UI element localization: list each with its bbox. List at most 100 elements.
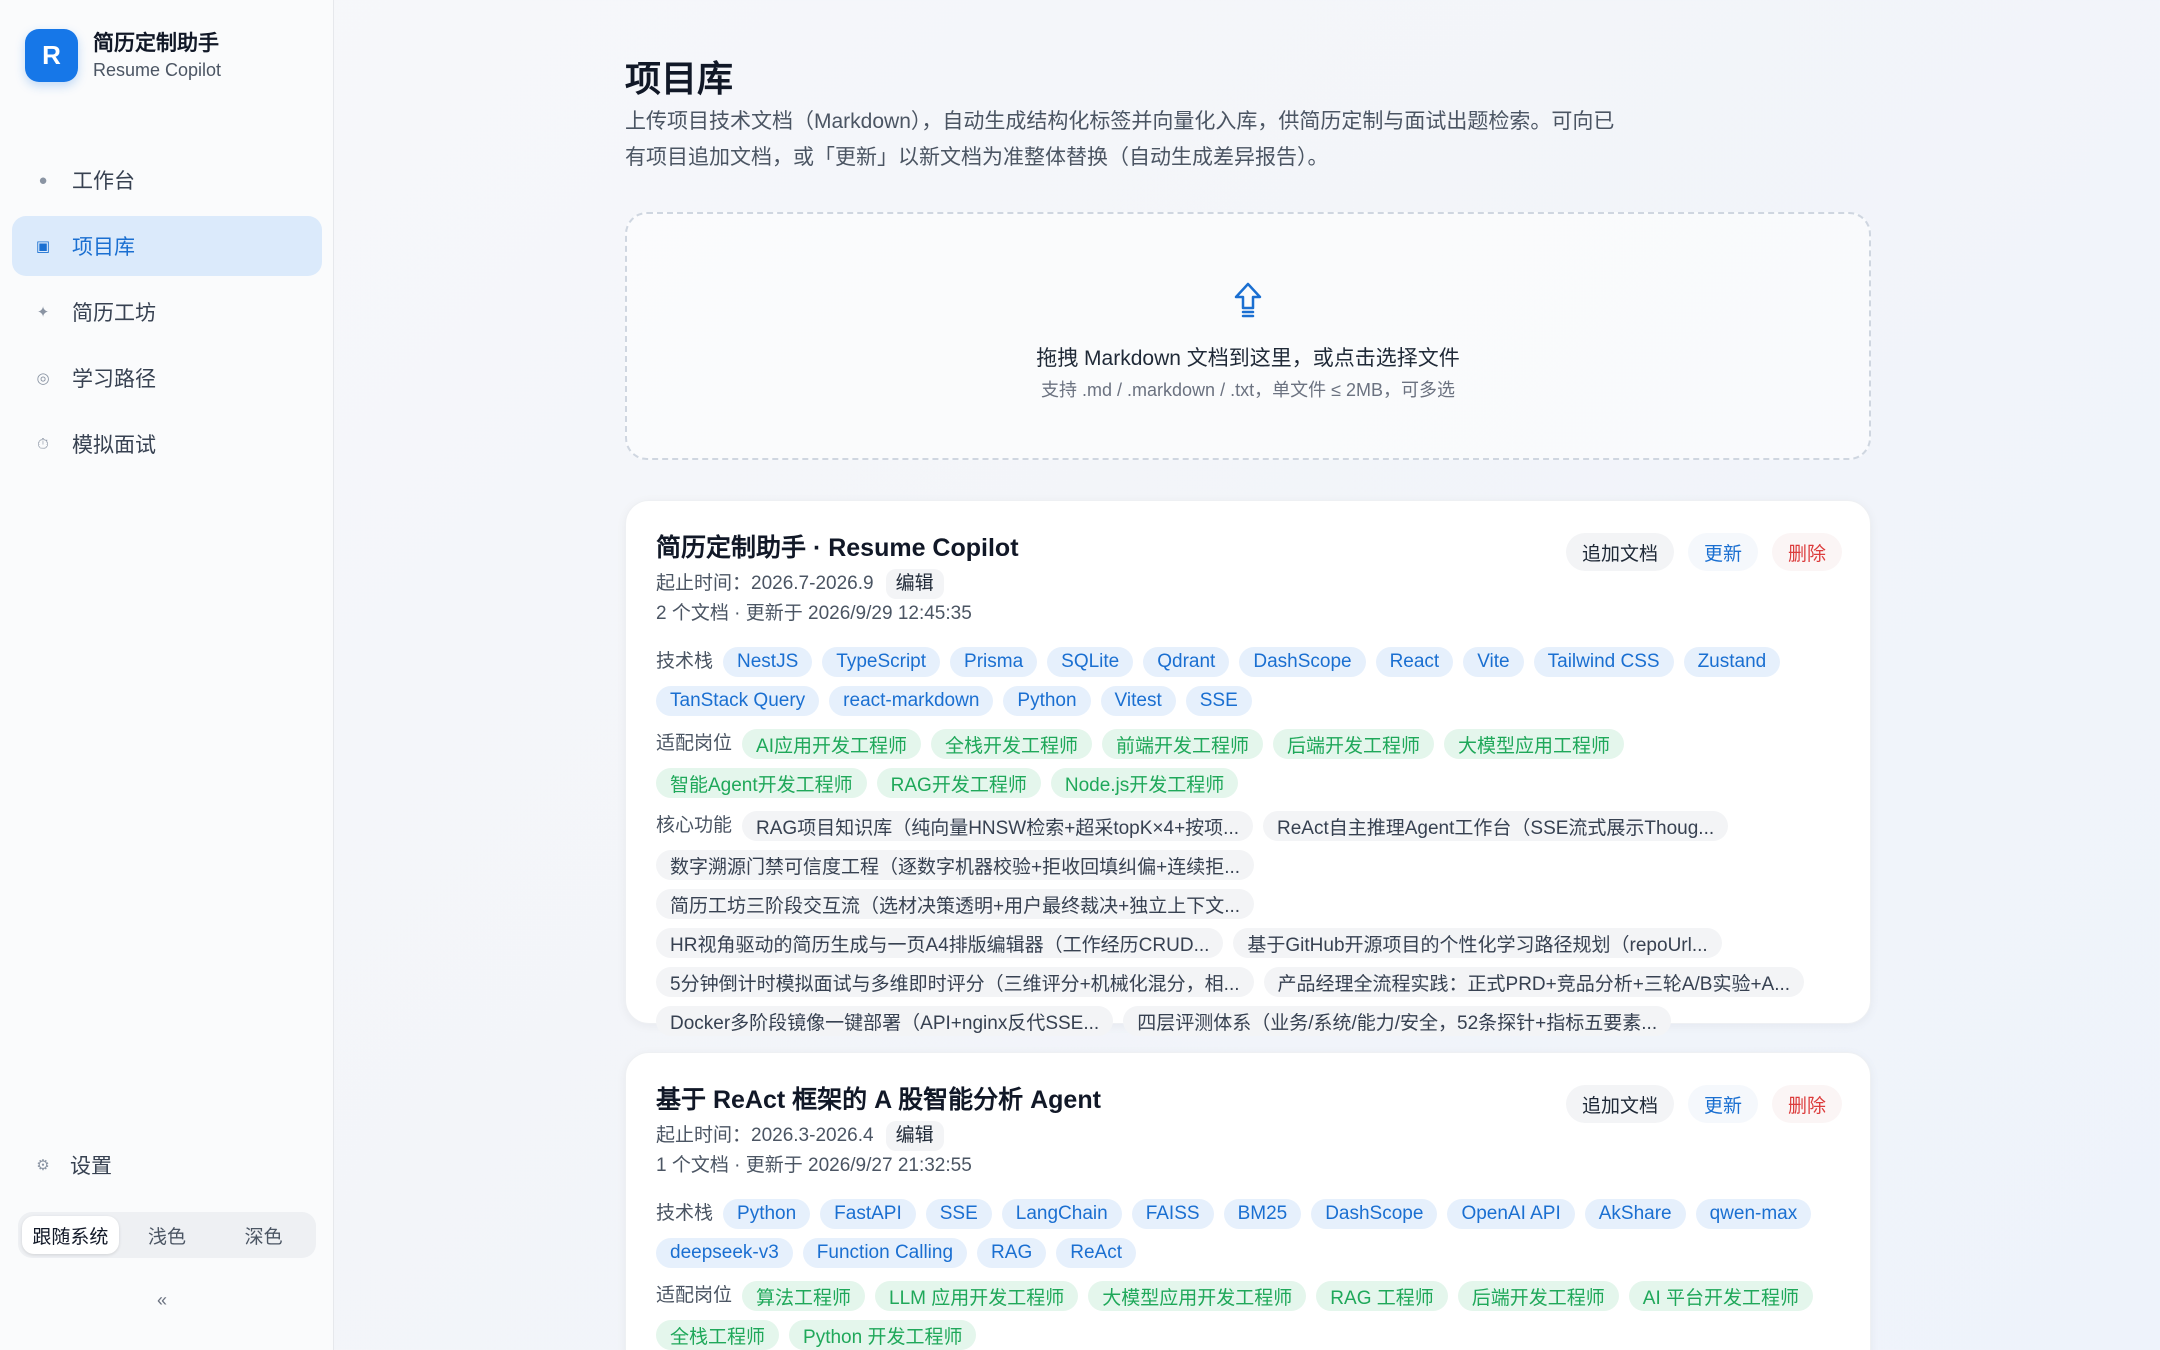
role-tag: AI 平台开发工程师 bbox=[1628, 1281, 1813, 1311]
feature-tag: 基于GitHub开源项目的个性化学习路径规划（repoUrl... bbox=[1233, 928, 1722, 958]
role-tag: RAG开发工程师 bbox=[876, 768, 1041, 798]
theme-option-light[interactable]: 浅色 bbox=[119, 1216, 216, 1254]
role-tag: 大模型应用开发工程师 bbox=[1088, 1281, 1307, 1311]
page-description: 上传项目技术文档（Markdown），自动生成结构化标签并向量化入库，供简历定制… bbox=[625, 110, 1615, 169]
tech-tag: OpenAI API bbox=[1447, 1199, 1575, 1229]
add-document-button[interactable]: 追加文档 bbox=[1565, 533, 1674, 571]
brand[interactable]: R 简历定制助手 Resume Copilot bbox=[25, 29, 221, 82]
period-value: 2026.3-2026.4 bbox=[751, 1125, 874, 1146]
theme-option-system[interactable]: 跟随系统 bbox=[22, 1216, 119, 1254]
tech-tag: react-markdown bbox=[829, 686, 994, 716]
update-button[interactable]: 更新 bbox=[1687, 1085, 1758, 1123]
period-prefix: 起止时间： bbox=[656, 1125, 752, 1146]
feature-tag: 简历工坊三阶段交互流（选材决策透明+用户最终裁决+独立上下文... bbox=[656, 889, 1255, 919]
tech-tag: FAISS bbox=[1131, 1199, 1214, 1229]
roles-row: 适配岗位 算法工程师 LLM 应用开发工程师 大模型应用开发工程师 RAG 工程师 后端开… bbox=[656, 1281, 1840, 1350]
nav-label: 工作台 bbox=[72, 170, 135, 193]
gear-icon: ⚙ bbox=[36, 1157, 50, 1174]
tech-tag: deepseek-v3 bbox=[656, 1238, 793, 1268]
role-tag: 大模型应用工程师 bbox=[1444, 729, 1625, 759]
tech-tag: Zustand bbox=[1683, 647, 1781, 677]
tech-stack-row: 技术栈 NestJS TypeScript Prisma SQLite Qdrant Das… bbox=[656, 647, 1840, 725]
update-button[interactable]: 更新 bbox=[1687, 533, 1758, 571]
tech-tag: Prisma bbox=[950, 647, 1038, 677]
page-title: 项目库 bbox=[625, 58, 734, 99]
nav-label: 简历工坊 bbox=[72, 302, 156, 325]
nav-item-workbench[interactable]: ● 工作台 bbox=[12, 150, 322, 210]
collapse-sidebar-button[interactable]: « bbox=[157, 1290, 167, 1311]
project-actions: 追加文档 更新 删除 bbox=[1565, 533, 1842, 571]
role-tag: 算法工程师 bbox=[742, 1281, 866, 1311]
role-tag: AI应用开发工程师 bbox=[742, 729, 921, 759]
tech-tag: DashScope bbox=[1239, 647, 1366, 677]
role-tag: LLM 应用开发工程师 bbox=[875, 1281, 1079, 1311]
project-card: 简历定制助手 · Resume Copilot 追加文档 更新 删除 起止时间：… bbox=[625, 500, 1871, 1036]
feature-tag: 产品经理全流程实践：正式PRD+竞品分析+三轮A/B实验+A... bbox=[1263, 967, 1805, 997]
tech-tag: Vitest bbox=[1100, 686, 1176, 716]
tech-tag: SQLite bbox=[1047, 647, 1134, 677]
tech-tag: Vite bbox=[1463, 647, 1524, 677]
tech-tag: SSE bbox=[925, 1199, 992, 1229]
nav-item-resume-studio[interactable]: ✦ 简历工坊 bbox=[12, 282, 322, 342]
roles-row: 适配岗位 AI应用开发工程师 全栈开发工程师 前端开发工程师 后端开发工程师 大模型应用工… bbox=[656, 729, 1840, 807]
tech-tag: Tailwind CSS bbox=[1533, 647, 1674, 677]
nav-label: 学习路径 bbox=[72, 368, 156, 391]
project-doc-info: 1 个文档 · 更新于 2026/9/27 21:32:55 bbox=[656, 1155, 972, 1176]
project-period: 起止时间： 2026.3-2026.4 编辑 bbox=[656, 1121, 1840, 1151]
brand-subtitle: Resume Copilot bbox=[93, 59, 222, 80]
upload-dropzone[interactable]: 拖拽 Markdown 文档到这里，或点击选择文件 支持 .md / .mark… bbox=[625, 212, 1871, 460]
settings-button[interactable]: ⚙ 设置 bbox=[33, 1150, 112, 1180]
main-nav: ● 工作台 ▣ 项目库 ✦ 简历工坊 ◎ 学习路径 ⏱ 模拟面试 bbox=[12, 150, 322, 480]
roles-label: 适配岗位 bbox=[656, 733, 733, 754]
role-tag: Node.js开发工程师 bbox=[1050, 768, 1239, 798]
features-label: 核心功能 bbox=[656, 815, 733, 836]
feature-tag: ReAct自主推理Agent工作台（SSE流式展示Thoug... bbox=[1263, 811, 1729, 841]
role-tag: 后端开发工程师 bbox=[1457, 1281, 1619, 1311]
delete-button[interactable]: 删除 bbox=[1771, 533, 1842, 571]
tech-tag: TanStack Query bbox=[656, 686, 820, 716]
dot-icon: ● bbox=[38, 171, 48, 189]
tech-tag: qwen-max bbox=[1695, 1199, 1812, 1229]
dropzone-main-text: 拖拽 Markdown 文档到这里，或点击选择文件 bbox=[1036, 347, 1460, 370]
delete-button[interactable]: 删除 bbox=[1771, 1085, 1842, 1123]
settings-label: 设置 bbox=[70, 1155, 112, 1178]
tech-tag: LangChain bbox=[1001, 1199, 1122, 1229]
theme-switch: 跟随系统 浅色 深色 bbox=[18, 1212, 316, 1258]
nav-item-mock-interview[interactable]: ⏱ 模拟面试 bbox=[12, 414, 322, 474]
theme-option-dark[interactable]: 深色 bbox=[215, 1216, 312, 1254]
role-tag: 前端开发工程师 bbox=[1101, 729, 1263, 759]
role-tag: RAG 工程师 bbox=[1316, 1281, 1448, 1311]
sidebar: R 简历定制助手 Resume Copilot ● 工作台 ▣ 项目库 ✦ 简历… bbox=[0, 0, 334, 1350]
tech-tag: NestJS bbox=[723, 647, 813, 677]
project-period: 起止时间： 2026.7-2026.9 编辑 bbox=[656, 569, 1840, 599]
dropzone-hint-text: 支持 .md / .markdown / .txt，单文件 ≤ 2MB，可多选 bbox=[1041, 380, 1455, 400]
feature-tag: 5分钟倒计时模拟面试与多维即时评分（三维评分+机械化混分，相... bbox=[656, 967, 1254, 997]
role-tag: Python 开发工程师 bbox=[789, 1320, 977, 1350]
nav-item-projects[interactable]: ▣ 项目库 bbox=[12, 216, 322, 276]
nav-item-learning-path[interactable]: ◎ 学习路径 bbox=[12, 348, 322, 408]
tech-tag: TypeScript bbox=[822, 647, 941, 677]
tech-tag: Function Calling bbox=[802, 1238, 968, 1268]
feature-tag: HR视角驱动的简历生成与一页A4排版编辑器（工作经历CRUD... bbox=[656, 928, 1224, 958]
edit-period-button[interactable]: 编辑 bbox=[885, 1121, 944, 1151]
square-icon: ▣ bbox=[35, 238, 51, 255]
tech-stack-row: 技术栈 Python FastAPI SSE LangChain FAISS BM25 Das… bbox=[656, 1199, 1840, 1277]
period-value: 2026.7-2026.9 bbox=[751, 573, 874, 594]
edit-period-button[interactable]: 编辑 bbox=[885, 569, 944, 599]
add-document-button[interactable]: 追加文档 bbox=[1565, 1085, 1674, 1123]
project-card: 基于 ReAct 框架的 A 股智能分析 Agent 追加文档 更新 删除 起止… bbox=[625, 1052, 1871, 1350]
tech-stack-label: 技术栈 bbox=[656, 651, 714, 672]
nav-label: 项目库 bbox=[72, 236, 135, 259]
sparkle-icon: ✦ bbox=[36, 304, 50, 321]
tech-tag: Python bbox=[723, 1199, 811, 1229]
upload-arrow-icon bbox=[627, 282, 1869, 318]
tech-tag: AkShare bbox=[1584, 1199, 1686, 1229]
tech-tag: ReAct bbox=[1056, 1238, 1136, 1268]
feature-tag: 数字溯源门禁可信度工程（逐数字机器校验+拒收回填纠偏+连续拒... bbox=[656, 850, 1255, 880]
role-tag: 智能Agent开发工程师 bbox=[656, 768, 867, 798]
feature-tag: 四层评测体系（业务/系统/能力/安全，52条探针+指标五要素... bbox=[1123, 1006, 1672, 1036]
project-doc-info: 2 个文档 · 更新于 2026/9/29 12:45:35 bbox=[656, 603, 972, 624]
brand-title: 简历定制助手 bbox=[93, 31, 219, 55]
tech-tag: FastAPI bbox=[820, 1199, 916, 1229]
feature-tag: Docker多阶段镜像一键部署（API+nginx反代SSE... bbox=[656, 1006, 1114, 1036]
